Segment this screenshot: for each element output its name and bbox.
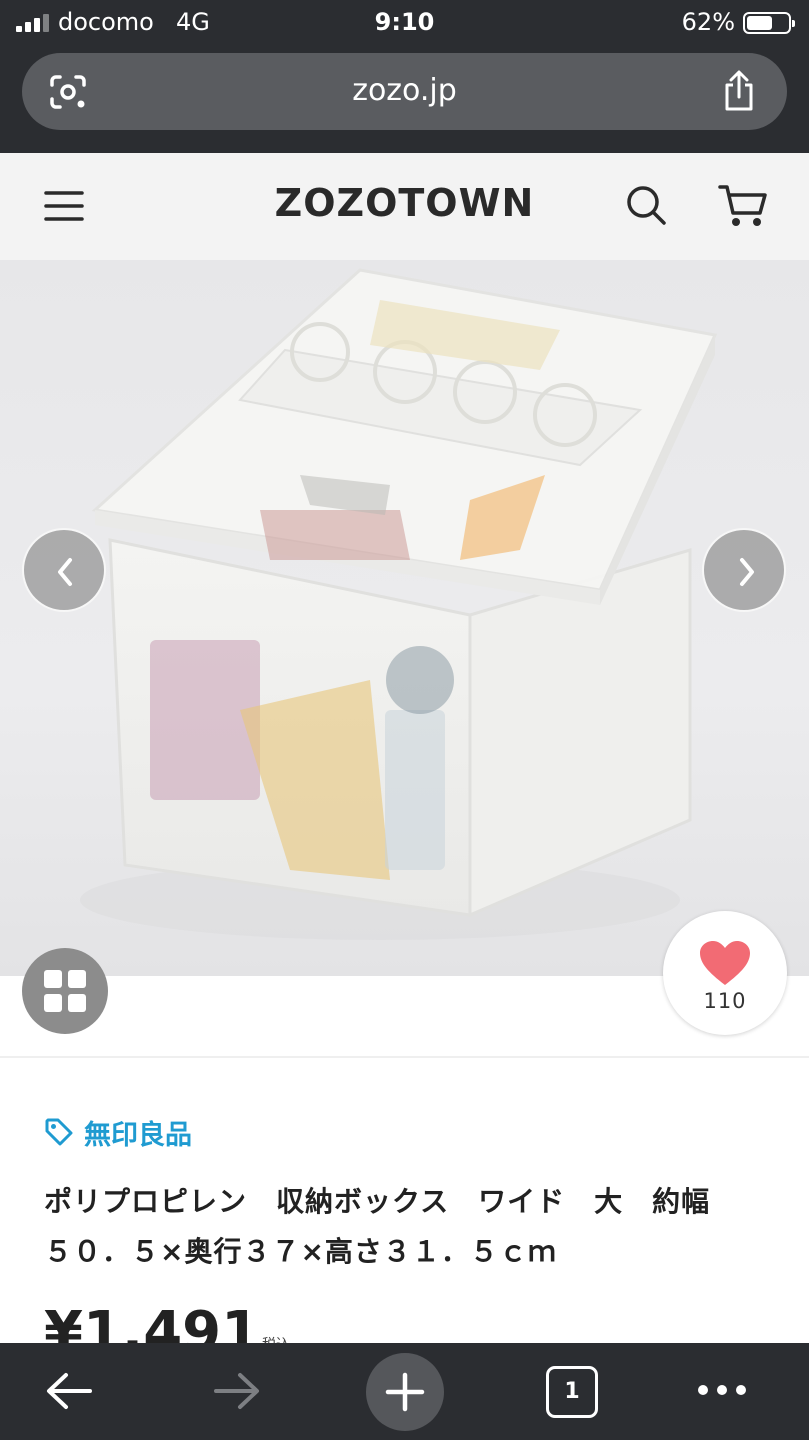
- chevron-right-icon: [740, 558, 754, 586]
- new-tab-button[interactable]: [366, 1353, 444, 1431]
- battery-percent: 62%: [681, 8, 735, 36]
- tag-icon: [45, 1118, 73, 1146]
- image-grid-button[interactable]: [22, 948, 108, 1034]
- product-gallery[interactable]: [0, 260, 809, 976]
- battery-icon: [743, 12, 795, 34]
- brand-link[interactable]: 無印良品: [44, 1113, 192, 1151]
- browser-toolbar: 1: [0, 1343, 809, 1440]
- plus-icon: [385, 1372, 425, 1412]
- next-image-button[interactable]: [702, 528, 786, 612]
- site-logo[interactable]: ZOZOTOWN: [0, 181, 809, 225]
- product-title-line-1: ポリプロピレン 収納ボックス ワイド 大 約幅: [44, 1185, 711, 1218]
- status-bar: docomo 4G 9:10 62%: [0, 0, 809, 48]
- chevron-left-icon: [58, 558, 72, 586]
- search-icon[interactable]: [625, 184, 667, 226]
- tab-switcher-button[interactable]: 1: [546, 1366, 598, 1418]
- product-title: ポリプロピレン 収納ボックス ワイド 大 約幅 ５０．５×奥行３７×高さ３１．５…: [44, 1177, 764, 1277]
- favorite-count: 110: [703, 989, 747, 1013]
- more-dots-icon[interactable]: [698, 1385, 746, 1395]
- address-bar[interactable]: zozo.jp: [22, 53, 787, 130]
- brand-name[interactable]: 無印良品: [84, 1113, 192, 1152]
- previous-image-button[interactable]: [22, 528, 106, 612]
- site-header: ZOZOTOWN: [0, 153, 809, 260]
- grid-icon: [44, 970, 86, 1012]
- battery-level: [747, 16, 772, 30]
- share-icon[interactable]: [721, 69, 757, 113]
- browser-chrome-top: docomo 4G 9:10 62% zozo.jp: [0, 0, 809, 153]
- forward-arrow-icon[interactable]: [212, 1369, 262, 1413]
- section-divider: [0, 1056, 809, 1058]
- back-arrow-icon[interactable]: [44, 1369, 94, 1413]
- cart-icon[interactable]: [718, 183, 768, 229]
- favorite-button[interactable]: 110: [663, 911, 787, 1035]
- product-title-line-2: ５０．５×奥行３７×高さ３１．５ｃｍ: [44, 1235, 557, 1268]
- url-text[interactable]: zozo.jp: [22, 73, 787, 108]
- product-image[interactable]: [0, 260, 809, 976]
- heart-icon: [700, 941, 750, 985]
